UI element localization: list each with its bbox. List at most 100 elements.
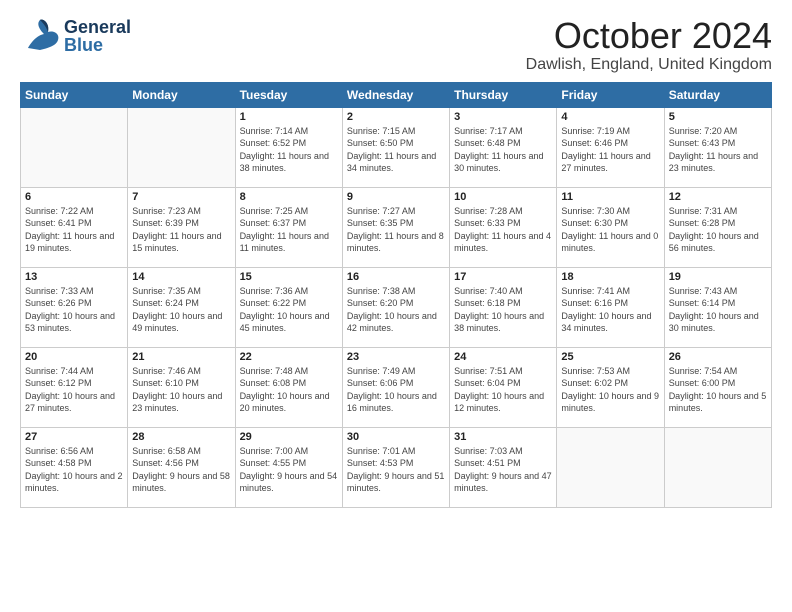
day-info: Sunrise: 7:01 AM Sunset: 4:53 PM Dayligh… <box>347 445 445 495</box>
calendar-header: SundayMondayTuesdayWednesdayThursdayFrid… <box>21 82 772 107</box>
day-number: 19 <box>669 271 767 283</box>
calendar-cell: 28 Sunrise: 6:58 AM Sunset: 4:56 PM Dayli… <box>128 427 235 507</box>
day-number: 6 <box>25 191 123 203</box>
day-number: 25 <box>561 351 659 363</box>
day-number: 13 <box>25 271 123 283</box>
day-info: Sunrise: 7:30 AM Sunset: 6:30 PM Dayligh… <box>561 205 659 255</box>
day-header-thursday: Thursday <box>450 82 557 107</box>
calendar-cell: 13 Sunrise: 7:33 AM Sunset: 6:26 PM Dayli… <box>21 267 128 347</box>
day-header-sunday: Sunday <box>21 82 128 107</box>
day-number: 4 <box>561 111 659 123</box>
day-header-tuesday: Tuesday <box>235 82 342 107</box>
calendar-cell: 15 Sunrise: 7:36 AM Sunset: 6:22 PM Dayli… <box>235 267 342 347</box>
logo-blue: Blue <box>64 36 131 54</box>
calendar-cell: 2 Sunrise: 7:15 AM Sunset: 6:50 PM Daylig… <box>342 107 449 187</box>
day-info: Sunrise: 7:31 AM Sunset: 6:28 PM Dayligh… <box>669 205 767 255</box>
calendar-cell: 1Sunrise: 7:14 AM Sunset: 6:52 PM Daylig… <box>235 107 342 187</box>
day-info: Sunrise: 7:51 AM Sunset: 6:04 PM Dayligh… <box>454 365 552 415</box>
calendar-cell <box>21 107 128 187</box>
calendar-cell: 26Sunrise: 7:54 AM Sunset: 6:00 PM Dayli… <box>664 347 771 427</box>
day-info: Sunrise: 7:17 AM Sunset: 6:48 PM Dayligh… <box>454 125 552 175</box>
day-number: 3 <box>454 111 552 123</box>
calendar-body: 1Sunrise: 7:14 AM Sunset: 6:52 PM Daylig… <box>21 107 772 507</box>
day-info: Sunrise: 7:00 AM Sunset: 4:55 PM Dayligh… <box>240 445 338 495</box>
calendar-cell: 4 Sunrise: 7:19 AM Sunset: 6:46 PM Daylig… <box>557 107 664 187</box>
calendar-cell: 25Sunrise: 7:53 AM Sunset: 6:02 PM Dayli… <box>557 347 664 427</box>
logo-general: General <box>64 18 131 36</box>
day-number: 18 <box>561 271 659 283</box>
calendar-cell: 23 Sunrise: 7:49 AM Sunset: 6:06 PM Dayli… <box>342 347 449 427</box>
day-info: Sunrise: 7:03 AM Sunset: 4:51 PM Dayligh… <box>454 445 552 495</box>
day-number: 7 <box>132 191 230 203</box>
day-number: 10 <box>454 191 552 203</box>
day-number: 5 <box>669 111 767 123</box>
header-row: SundayMondayTuesdayWednesdayThursdayFrid… <box>21 82 772 107</box>
day-number: 23 <box>347 351 445 363</box>
day-info: Sunrise: 7:22 AM Sunset: 6:41 PM Dayligh… <box>25 205 123 255</box>
day-number: 8 <box>240 191 338 203</box>
calendar-cell: 30 Sunrise: 7:01 AM Sunset: 4:53 PM Dayli… <box>342 427 449 507</box>
calendar-cell: 24 Sunrise: 7:51 AM Sunset: 6:04 PM Dayli… <box>450 347 557 427</box>
calendar-cell: 27 Sunrise: 6:56 AM Sunset: 4:58 PM Dayli… <box>21 427 128 507</box>
day-number: 27 <box>25 431 123 443</box>
day-info: Sunrise: 7:14 AM Sunset: 6:52 PM Dayligh… <box>240 125 338 175</box>
title-block: October 2024 Dawlish, England, United Ki… <box>526 16 772 74</box>
day-info: Sunrise: 7:48 AM Sunset: 6:08 PM Dayligh… <box>240 365 338 415</box>
calendar-table: SundayMondayTuesdayWednesdayThursdayFrid… <box>20 82 772 508</box>
day-number: 14 <box>132 271 230 283</box>
calendar-cell: 10 Sunrise: 7:28 AM Sunset: 6:33 PM Dayli… <box>450 187 557 267</box>
day-info: Sunrise: 7:15 AM Sunset: 6:50 PM Dayligh… <box>347 125 445 175</box>
day-header-monday: Monday <box>128 82 235 107</box>
day-number: 15 <box>240 271 338 283</box>
day-number: 28 <box>132 431 230 443</box>
calendar-cell: 29Sunrise: 7:00 AM Sunset: 4:55 PM Dayli… <box>235 427 342 507</box>
calendar-cell: 7 Sunrise: 7:23 AM Sunset: 6:39 PM Daylig… <box>128 187 235 267</box>
day-info: Sunrise: 7:23 AM Sunset: 6:39 PM Dayligh… <box>132 205 230 255</box>
calendar-cell: 18Sunrise: 7:41 AM Sunset: 6:16 PM Dayli… <box>557 267 664 347</box>
calendar-cell <box>664 427 771 507</box>
day-number: 26 <box>669 351 767 363</box>
day-info: Sunrise: 7:27 AM Sunset: 6:35 PM Dayligh… <box>347 205 445 255</box>
week-row-4: 27 Sunrise: 6:56 AM Sunset: 4:58 PM Dayli… <box>21 427 772 507</box>
day-number: 16 <box>347 271 445 283</box>
day-number: 30 <box>347 431 445 443</box>
calendar-cell: 8 Sunrise: 7:25 AM Sunset: 6:37 PM Daylig… <box>235 187 342 267</box>
calendar-cell: 20Sunrise: 7:44 AM Sunset: 6:12 PM Dayli… <box>21 347 128 427</box>
day-info: Sunrise: 7:43 AM Sunset: 6:14 PM Dayligh… <box>669 285 767 335</box>
week-row-3: 20Sunrise: 7:44 AM Sunset: 6:12 PM Dayli… <box>21 347 772 427</box>
week-row-2: 13 Sunrise: 7:33 AM Sunset: 6:26 PM Dayli… <box>21 267 772 347</box>
day-info: Sunrise: 7:33 AM Sunset: 6:26 PM Dayligh… <box>25 285 123 335</box>
month-title: October 2024 <box>526 16 772 56</box>
calendar-cell: 6 Sunrise: 7:22 AM Sunset: 6:41 PM Daylig… <box>21 187 128 267</box>
day-number: 31 <box>454 431 552 443</box>
calendar-cell: 9 Sunrise: 7:27 AM Sunset: 6:35 PM Daylig… <box>342 187 449 267</box>
calendar-cell: 3 Sunrise: 7:17 AM Sunset: 6:48 PM Daylig… <box>450 107 557 187</box>
day-number: 9 <box>347 191 445 203</box>
week-row-1: 6 Sunrise: 7:22 AM Sunset: 6:41 PM Daylig… <box>21 187 772 267</box>
day-number: 24 <box>454 351 552 363</box>
day-info: Sunrise: 7:38 AM Sunset: 6:20 PM Dayligh… <box>347 285 445 335</box>
day-info: Sunrise: 7:25 AM Sunset: 6:37 PM Dayligh… <box>240 205 338 255</box>
day-info: Sunrise: 6:56 AM Sunset: 4:58 PM Dayligh… <box>25 445 123 495</box>
calendar-cell: 14Sunrise: 7:35 AM Sunset: 6:24 PM Dayli… <box>128 267 235 347</box>
day-header-wednesday: Wednesday <box>342 82 449 107</box>
day-number: 17 <box>454 271 552 283</box>
calendar-cell: 12 Sunrise: 7:31 AM Sunset: 6:28 PM Dayli… <box>664 187 771 267</box>
calendar-cell: 5Sunrise: 7:20 AM Sunset: 6:43 PM Daylig… <box>664 107 771 187</box>
day-number: 11 <box>561 191 659 203</box>
day-info: Sunrise: 6:58 AM Sunset: 4:56 PM Dayligh… <box>132 445 230 495</box>
day-number: 2 <box>347 111 445 123</box>
header: General Blue October 2024 Dawlish, Engla… <box>20 16 772 74</box>
day-info: Sunrise: 7:36 AM Sunset: 6:22 PM Dayligh… <box>240 285 338 335</box>
day-info: Sunrise: 7:28 AM Sunset: 6:33 PM Dayligh… <box>454 205 552 255</box>
calendar-cell: 22Sunrise: 7:48 AM Sunset: 6:08 PM Dayli… <box>235 347 342 427</box>
calendar-cell <box>557 427 664 507</box>
week-row-0: 1Sunrise: 7:14 AM Sunset: 6:52 PM Daylig… <box>21 107 772 187</box>
calendar-cell: 16 Sunrise: 7:38 AM Sunset: 6:20 PM Dayli… <box>342 267 449 347</box>
day-info: Sunrise: 7:40 AM Sunset: 6:18 PM Dayligh… <box>454 285 552 335</box>
calendar-cell: 21Sunrise: 7:46 AM Sunset: 6:10 PM Dayli… <box>128 347 235 427</box>
day-header-friday: Friday <box>557 82 664 107</box>
day-info: Sunrise: 7:49 AM Sunset: 6:06 PM Dayligh… <box>347 365 445 415</box>
day-number: 12 <box>669 191 767 203</box>
day-info: Sunrise: 7:19 AM Sunset: 6:46 PM Dayligh… <box>561 125 659 175</box>
